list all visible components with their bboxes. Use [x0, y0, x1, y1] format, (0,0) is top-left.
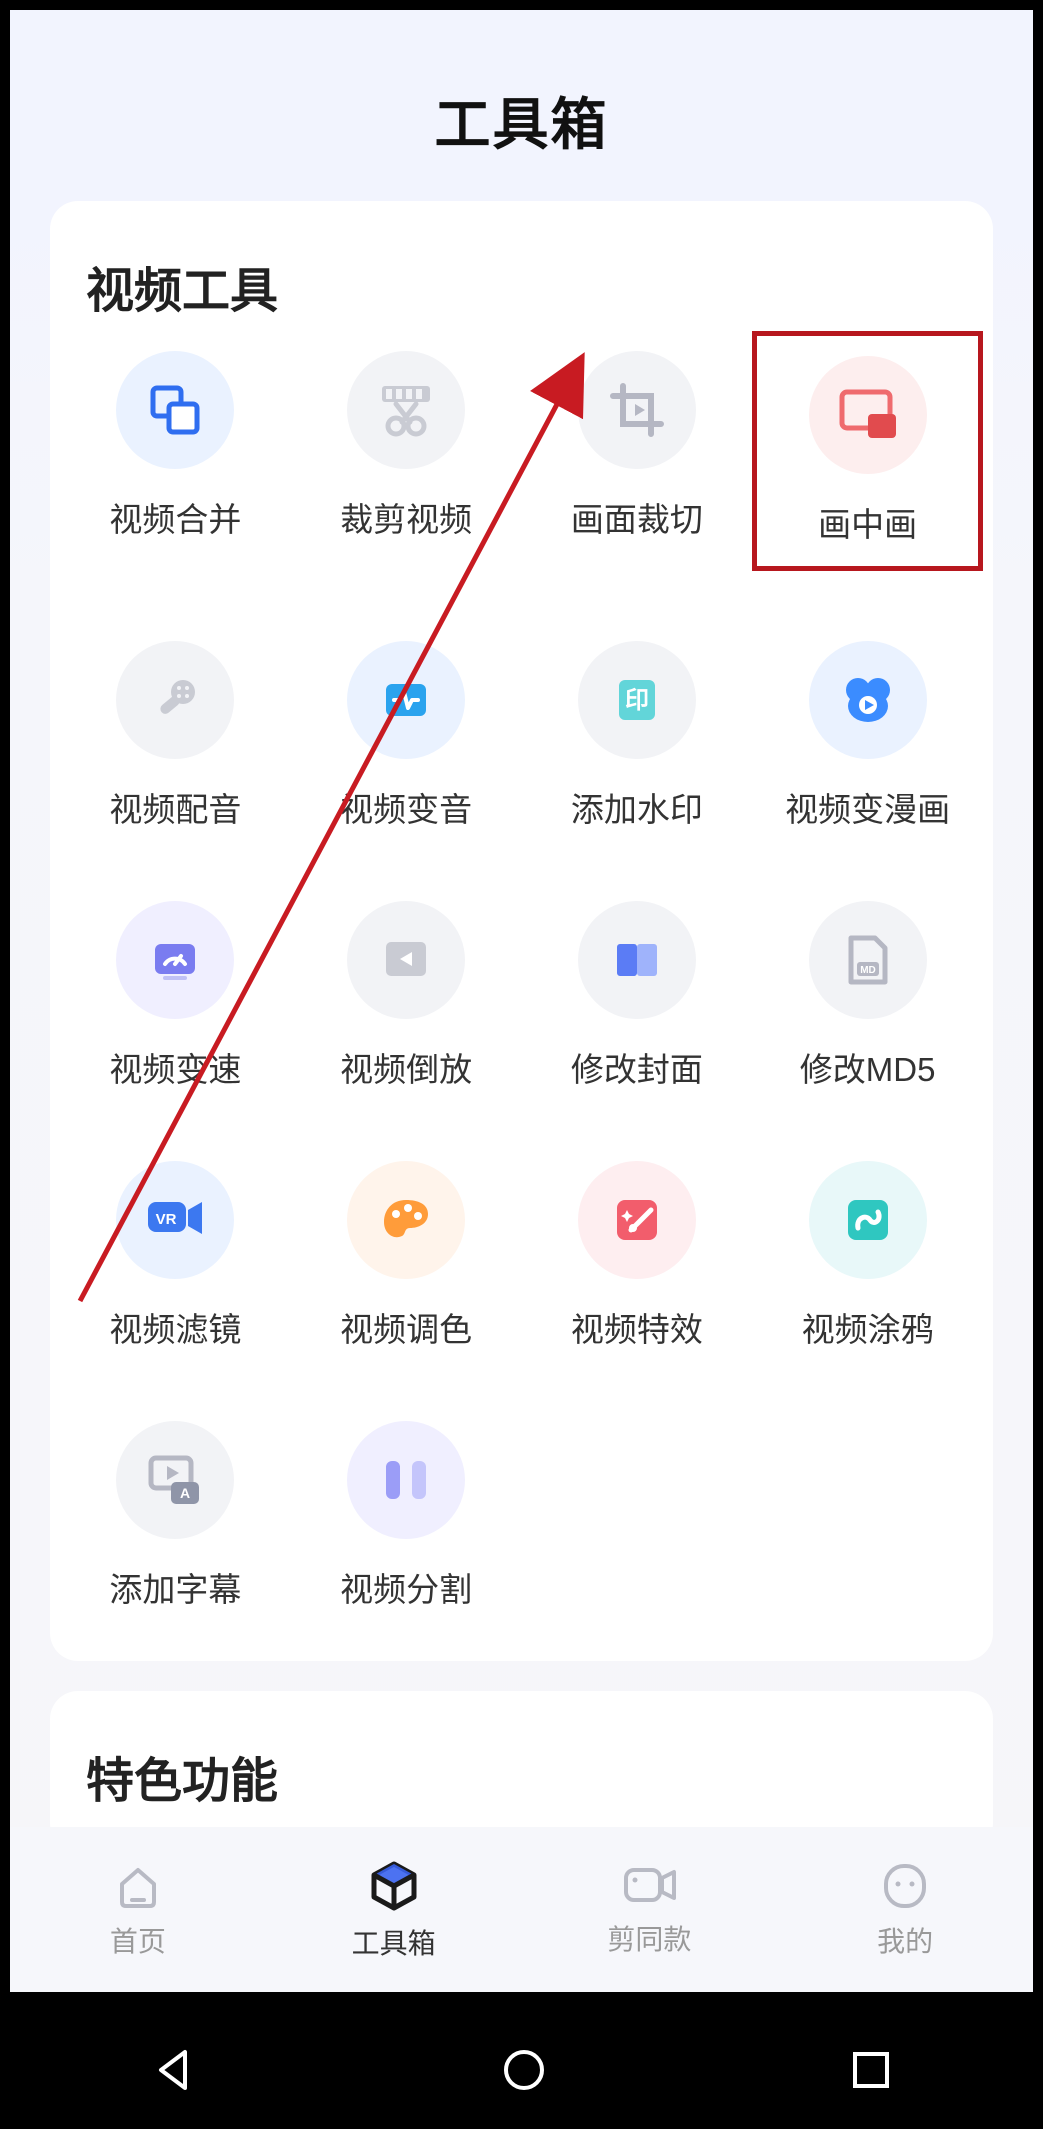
nav-label: 我的: [877, 1920, 933, 1960]
tool-video-reverse[interactable]: 视频倒放: [291, 901, 522, 1091]
speed-icon: [116, 901, 234, 1019]
bottom-nav: 首页 工具箱 剪同款 我的: [10, 1827, 1033, 1992]
tool-video-split[interactable]: 视频分割: [291, 1421, 522, 1611]
tool-video-fx[interactable]: 视频特效: [522, 1161, 753, 1351]
tool-label: 视频变音: [340, 783, 472, 831]
toolbox-icon: [366, 1858, 422, 1914]
tool-video-dub[interactable]: 视频配音: [60, 641, 291, 831]
cover-icon: [578, 901, 696, 1019]
svg-text:印: 印: [625, 687, 649, 714]
tool-label: 视频变漫画: [785, 783, 950, 831]
tool-label: 画中画: [818, 498, 917, 546]
tool-video-speed[interactable]: 视频变速: [60, 901, 291, 1091]
tool-label: 裁剪视频: [340, 493, 472, 541]
nav-template[interactable]: 剪同款: [522, 1827, 778, 1992]
tool-label: 视频合并: [109, 493, 241, 541]
tool-label: 视频特效: [571, 1303, 703, 1351]
tool-label: 添加水印: [571, 783, 703, 831]
mine-icon: [880, 1860, 930, 1912]
system-nav-bar: [0, 2011, 1043, 2129]
tool-label: 视频倒放: [340, 1043, 472, 1091]
nav-label: 首页: [110, 1920, 166, 1960]
video-tools-card: 视频工具 视频合并 裁剪视频: [50, 201, 993, 1661]
android-recent-button[interactable]: [847, 2046, 895, 2094]
tool-label: 修改封面: [571, 1043, 703, 1091]
tool-video-doodle[interactable]: 视频涂鸦: [752, 1161, 983, 1351]
nav-home[interactable]: 首页: [10, 1827, 266, 1992]
tool-video-cut[interactable]: 裁剪视频: [291, 351, 522, 571]
tool-label: 视频配音: [109, 783, 241, 831]
tool-label: 修改MD5: [800, 1043, 936, 1091]
tool-video-filter[interactable]: VR 视频滤镜: [60, 1161, 291, 1351]
tool-picture-in-picture[interactable]: 画中画: [752, 331, 983, 571]
tool-label: 视频分割: [340, 1563, 472, 1611]
featured-heading: 特色功能: [60, 1731, 983, 1841]
template-icon: [620, 1862, 678, 1910]
nav-label: 剪同款: [607, 1918, 691, 1958]
tool-add-watermark[interactable]: 印 添加水印: [522, 641, 753, 831]
tool-video-color[interactable]: 视频调色: [291, 1161, 522, 1351]
tool-video-anime[interactable]: 视频变漫画: [752, 641, 983, 831]
svg-text:VR: VR: [156, 1211, 177, 1228]
watermark-icon: 印: [578, 641, 696, 759]
tool-label: 视频变速: [109, 1043, 241, 1091]
tool-label: 画面裁切: [571, 493, 703, 541]
pip-icon: [809, 356, 927, 474]
tool-change-md5[interactable]: MD 修改MD5: [752, 901, 983, 1091]
reverse-icon: [347, 901, 465, 1019]
crop-icon: [578, 351, 696, 469]
tool-video-crop[interactable]: 画面裁切: [522, 351, 753, 571]
nav-toolbox[interactable]: 工具箱: [266, 1827, 522, 1992]
doodle-icon: [809, 1161, 927, 1279]
md5-icon: MD: [809, 901, 927, 1019]
nav-label: 工具箱: [352, 1922, 436, 1962]
tool-label: 视频滤镜: [109, 1303, 241, 1351]
filter-icon: VR: [116, 1161, 234, 1279]
tool-add-subtitle[interactable]: A 添加字幕: [60, 1421, 291, 1611]
pitch-icon: [347, 641, 465, 759]
dub-icon: [116, 641, 234, 759]
fx-icon: [578, 1161, 696, 1279]
svg-text:A: A: [180, 1485, 190, 1501]
home-icon: [112, 1860, 164, 1912]
svg-text:MD: MD: [860, 965, 876, 976]
color-icon: [347, 1161, 465, 1279]
page-title: 工具箱: [10, 80, 1033, 161]
tool-label: 视频调色: [340, 1303, 472, 1351]
subtitle-icon: A: [116, 1421, 234, 1539]
merge-icon: [116, 351, 234, 469]
anime-icon: [809, 641, 927, 759]
android-home-button[interactable]: [498, 2044, 550, 2096]
tool-label: 视频涂鸦: [802, 1303, 934, 1351]
nav-mine[interactable]: 我的: [777, 1827, 1033, 1992]
page-header: 工具箱: [10, 10, 1033, 201]
tool-video-merge[interactable]: 视频合并: [60, 351, 291, 571]
tool-label: 添加字幕: [109, 1563, 241, 1611]
tool-video-pitch[interactable]: 视频变音: [291, 641, 522, 831]
android-back-button[interactable]: [149, 2044, 201, 2096]
tool-change-cover[interactable]: 修改封面: [522, 901, 753, 1091]
cut-icon: [347, 351, 465, 469]
split-icon: [347, 1421, 465, 1539]
video-tools-grid: 视频合并 裁剪视频 画面裁切: [60, 351, 983, 1611]
